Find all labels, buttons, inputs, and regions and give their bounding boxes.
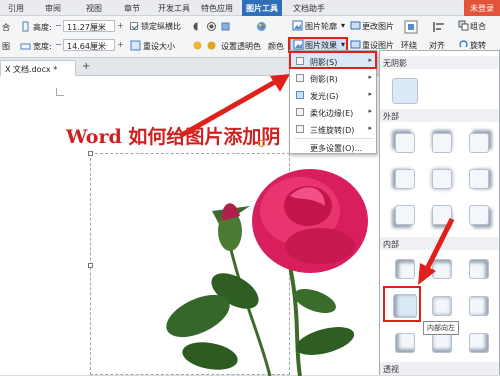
menu-item-glow[interactable]: 发光(G) ▸ bbox=[290, 87, 376, 103]
tab-picture-tools[interactable]: 图片工具 bbox=[242, 0, 282, 16]
height-input[interactable]: 11.27厘米 bbox=[63, 20, 115, 32]
lock-ratio-checkbox[interactable] bbox=[130, 22, 138, 30]
shadow-outer-swatch[interactable] bbox=[395, 169, 415, 189]
glow-icon bbox=[296, 91, 304, 99]
rose-picture[interactable] bbox=[150, 166, 380, 376]
3d-rotation-icon bbox=[296, 125, 304, 133]
height-increment[interactable]: + bbox=[117, 21, 124, 30]
magic-icon bbox=[207, 41, 216, 50]
ribbon-left-label-2[interactable]: 图 bbox=[2, 41, 10, 52]
ribbon-tab-bar: 引用 审阅 视图 章节 开发工具 特色应用 图片工具 文档助手 未登录 bbox=[0, 0, 500, 16]
reset-picture-icon bbox=[350, 40, 361, 49]
shadow-outer-swatch[interactable] bbox=[469, 169, 489, 189]
shadow-inner-swatch[interactable] bbox=[432, 333, 452, 353]
height-decrement[interactable]: − bbox=[55, 21, 62, 30]
shadow-outer-swatch[interactable] bbox=[432, 133, 452, 153]
soft-edge-icon bbox=[296, 108, 304, 116]
width-icon bbox=[20, 43, 31, 50]
menu-item-soft-edge[interactable]: 柔化边缘(E) ▸ bbox=[290, 104, 376, 120]
gallery-section-perspective: 透视 bbox=[380, 362, 499, 375]
shadow-none-swatch[interactable] bbox=[392, 78, 418, 104]
height-label: 高度: bbox=[33, 23, 52, 32]
color-button[interactable]: 颜色 bbox=[268, 41, 284, 52]
shadow-outer-swatch[interactable] bbox=[432, 169, 452, 189]
shadow-inner-swatch[interactable] bbox=[432, 296, 452, 316]
shadow-inner-swatch[interactable] bbox=[469, 259, 489, 279]
width-increment[interactable]: + bbox=[117, 40, 124, 49]
set-transparent-button[interactable]: 设置透明色 bbox=[221, 41, 261, 52]
contrast-icon[interactable] bbox=[206, 21, 217, 32]
align-icon bbox=[433, 22, 444, 32]
margin-marker bbox=[56, 88, 64, 96]
new-tab-button[interactable]: + bbox=[82, 61, 90, 72]
rotate-icon bbox=[459, 40, 468, 48]
color-palette-icon bbox=[257, 22, 266, 31]
shadow-inner-swatch[interactable] bbox=[469, 333, 489, 353]
chevron-right-icon: ▸ bbox=[368, 107, 372, 115]
reset-size-button[interactable]: 重设大小 bbox=[143, 41, 175, 52]
brightness-icon[interactable] bbox=[192, 21, 203, 32]
shadow-outer-swatch[interactable] bbox=[469, 205, 489, 225]
menu-item-reflection-label: 倒影(R) bbox=[310, 75, 338, 84]
width-decrement[interactable]: − bbox=[55, 40, 62, 49]
chevron-right-icon: ▸ bbox=[368, 73, 372, 81]
combine-button[interactable]: 组合 bbox=[470, 21, 486, 32]
resize-handle[interactable] bbox=[88, 263, 93, 268]
change-picture-icon bbox=[350, 21, 361, 30]
inner-left-red-highlight bbox=[383, 286, 421, 322]
menu-item-reflection[interactable]: 倒影(R) ▸ bbox=[290, 70, 376, 86]
gallery-section-outer: 外部 bbox=[380, 109, 499, 122]
combine-icon bbox=[458, 20, 469, 31]
compress-icon[interactable] bbox=[220, 21, 231, 32]
swatch-tooltip: 内部向左 bbox=[423, 321, 459, 335]
menu-item-3d-rotation[interactable]: 三维旋转(D) ▸ bbox=[290, 121, 376, 137]
menu-item-3d-rotation-label: 三维旋转(D) bbox=[310, 126, 355, 135]
menu-item-glow-label: 发光(G) bbox=[310, 92, 339, 101]
login-button[interactable]: 未登录 bbox=[464, 0, 500, 16]
document-tab[interactable]: X 文档.docx * bbox=[0, 60, 76, 76]
lock-ratio-label: 锁定纵横比 bbox=[141, 22, 181, 31]
menu-item-more-label: 更多设置(O)... bbox=[310, 144, 363, 153]
shadow-outer-swatch[interactable] bbox=[469, 133, 489, 153]
change-picture-button[interactable]: 更改图片 bbox=[362, 21, 394, 32]
resize-handle[interactable] bbox=[88, 151, 93, 156]
picture-outline-icon bbox=[292, 20, 303, 31]
chevron-down-icon: ▾ bbox=[341, 21, 346, 30]
transparent-icon bbox=[193, 41, 202, 50]
ribbon-left-label-1[interactable]: 合 bbox=[2, 22, 10, 33]
height-icon bbox=[22, 21, 29, 32]
tab-view[interactable]: 视图 bbox=[86, 3, 102, 14]
tab-doc-assistant[interactable]: 文档助手 bbox=[293, 3, 325, 14]
menu-item-soft-edge-label: 柔化边缘(E) bbox=[310, 109, 354, 118]
chevron-right-icon: ▸ bbox=[368, 90, 372, 98]
tab-review[interactable]: 审阅 bbox=[45, 3, 61, 14]
tab-references[interactable]: 引用 bbox=[8, 3, 24, 14]
menu-item-more-settings[interactable]: 更多设置(O)... bbox=[290, 139, 376, 155]
reset-size-icon bbox=[130, 40, 141, 51]
picture-outline-button[interactable]: 图片轮廓 bbox=[305, 21, 337, 32]
red-arrow-annotation-2 bbox=[418, 217, 455, 285]
document-tab-title: X 文档.docx * bbox=[5, 65, 58, 74]
shadow-item-red-highlight bbox=[289, 51, 377, 69]
reflection-icon bbox=[296, 74, 304, 82]
tab-section[interactable]: 章节 bbox=[124, 3, 140, 14]
red-arrow-annotation bbox=[178, 74, 290, 139]
width-input[interactable]: 14.64厘米 bbox=[63, 39, 115, 51]
shadow-inner-swatch[interactable] bbox=[395, 333, 415, 353]
wrap-icon bbox=[404, 20, 418, 34]
width-label: 宽度: bbox=[33, 42, 52, 51]
gallery-section-none: 无阴影 bbox=[380, 56, 499, 69]
shadow-inner-swatch[interactable] bbox=[469, 296, 489, 316]
shadow-outer-swatch[interactable] bbox=[395, 133, 415, 153]
tab-special[interactable]: 特色应用 bbox=[201, 3, 233, 14]
chevron-right-icon: ▸ bbox=[368, 124, 372, 132]
tab-developer[interactable]: 开发工具 bbox=[158, 3, 190, 14]
